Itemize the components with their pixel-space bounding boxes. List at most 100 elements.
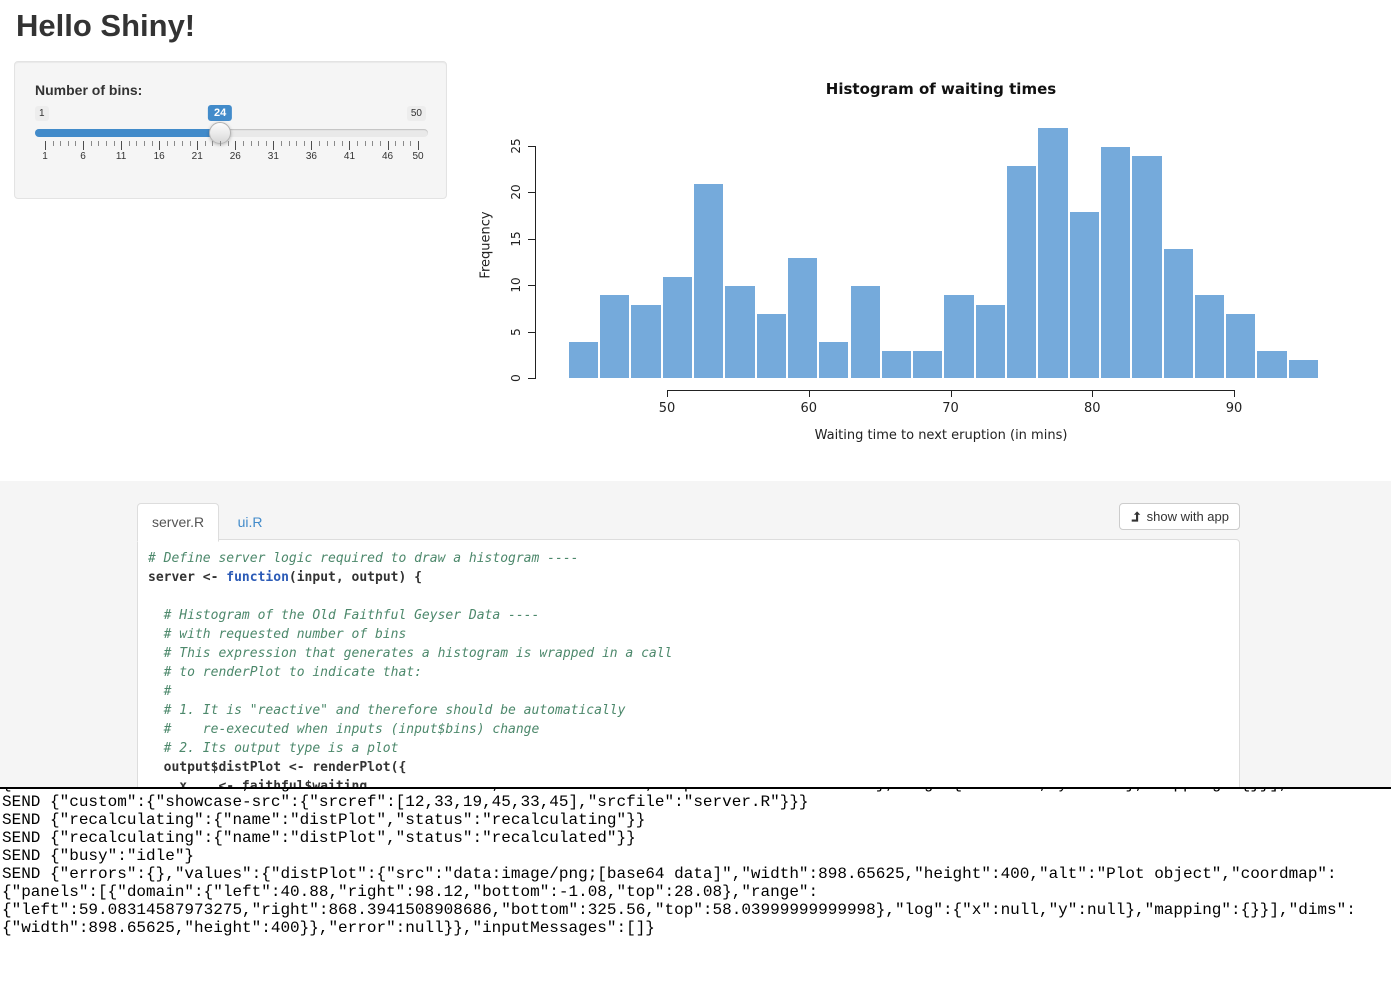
- tab-ui-r[interactable]: ui.R: [224, 504, 277, 541]
- app-section: Hello Shiny! Number of bins: 1 50 24 161…: [0, 0, 1391, 481]
- code-line: #: [148, 682, 1229, 701]
- slider-tick: [45, 141, 46, 150]
- histogram-bar: [881, 350, 912, 378]
- slider-tick-label: 50: [412, 151, 423, 162]
- histogram-bar: [630, 304, 661, 378]
- slider-tick: [83, 141, 84, 150]
- y-axis-tick: [528, 239, 536, 240]
- slider-tick-label: 21: [192, 151, 203, 162]
- show-with-app-label: show with app: [1147, 509, 1229, 524]
- slider-max-label: 50: [407, 106, 426, 121]
- histogram-plot: Histogram of waiting times Frequency Wai…: [470, 60, 1390, 460]
- histogram-bar: [599, 294, 630, 378]
- x-axis-tick-label: 70: [942, 401, 959, 416]
- x-axis-tick: [1234, 390, 1235, 397]
- slider-tick: [403, 141, 404, 146]
- slider-tick: [311, 141, 312, 150]
- slider-tick: [395, 141, 396, 146]
- histogram-bar: [818, 341, 849, 378]
- x-axis-tick: [667, 390, 668, 397]
- slider-tick-label: 6: [80, 151, 86, 162]
- slider-tick: [228, 141, 229, 146]
- code-line: output$distPlot <- renderPlot({: [148, 758, 1229, 777]
- x-axis-tick: [1092, 390, 1093, 397]
- code-text: output$distPlot <- renderPlot({: [148, 760, 406, 775]
- x-axis-tick-label: 60: [800, 401, 817, 416]
- code-comment: # Histogram of the Old Faithful Geyser D…: [148, 608, 539, 623]
- show-with-app-button[interactable]: show with app: [1119, 503, 1240, 530]
- slider-tick-label: 31: [268, 151, 279, 162]
- y-axis-tick-label: 25: [509, 138, 523, 153]
- slider-value-badge: 24: [208, 105, 232, 121]
- x-axis-tick-label: 50: [659, 401, 676, 416]
- y-axis-tick: [528, 285, 536, 286]
- slider-tick: [60, 141, 61, 146]
- code-line: [148, 587, 1229, 606]
- showcase-section: server.R ui.R show with app # Define ser…: [0, 481, 1391, 787]
- histogram-bar: [1006, 165, 1037, 378]
- slider-tick: [182, 141, 183, 146]
- histogram-bar: [662, 276, 693, 378]
- slider-tick-label: 46: [382, 151, 393, 162]
- console-line: SEND ​{"custom":​{"showcase-src":​{"srcr…: [2, 793, 1389, 811]
- slider-tick: [53, 141, 54, 146]
- code-comment: # Define server logic required to draw a…: [148, 551, 578, 566]
- code-line: # to renderPlot to indicate that:: [148, 663, 1229, 682]
- slider-tick: [129, 141, 130, 146]
- code-comment: # 1. It is "reactive" and therefore shou…: [148, 703, 625, 718]
- slider-tick-label: 16: [154, 151, 165, 162]
- code-panel: # Define server logic required to draw a…: [137, 539, 1240, 787]
- code-comment: # re-executed when inputs (input$bins) c…: [148, 722, 539, 737]
- slider-tick: [327, 141, 328, 146]
- code-line: # with requested number of bins: [148, 625, 1229, 644]
- slider-tick: [243, 141, 244, 146]
- slider-label: Number of bins:: [35, 82, 142, 98]
- slider-tick-label: 11: [116, 151, 126, 162]
- code-keyword: function: [226, 570, 289, 585]
- slider-tick: [273, 141, 274, 150]
- code-line: # This expression that generates a histo…: [148, 644, 1229, 663]
- x-axis-tick-label: 80: [1084, 401, 1101, 416]
- plot-y-axis-label: Frequency: [479, 211, 494, 278]
- console-line: SEND ​{"recalculating":​{"name":"distPlo…: [2, 811, 1389, 829]
- histogram-bar: [1256, 350, 1287, 378]
- slider-tick-label: 41: [344, 151, 355, 162]
- slider-tick: [319, 141, 320, 146]
- slider-tick: [68, 141, 69, 146]
- slider-tick: [357, 141, 358, 146]
- code-text: x <- faithful$waiting: [148, 779, 367, 787]
- code-line: server <- function(input, output) {: [148, 568, 1229, 587]
- code-tabs: server.R ui.R show with app: [137, 481, 1240, 540]
- histogram-bar: [1225, 313, 1256, 378]
- slider-tick: [174, 141, 175, 146]
- histogram-bar: [1069, 211, 1100, 378]
- slider-tick: [114, 141, 115, 146]
- code-comment: # 2. Its output type is a plot: [148, 741, 398, 756]
- slider-tick: [380, 141, 381, 146]
- console-log: ​{"left":59.08314587973275,"right":868.3…: [0, 787, 1391, 981]
- slider-tick: [106, 141, 107, 146]
- slider-tick: [159, 141, 160, 150]
- x-axis-tick: [951, 390, 952, 397]
- code-line: # Define server logic required to draw a…: [148, 549, 1229, 568]
- code-comment: # This expression that generates a histo…: [148, 646, 672, 661]
- y-axis-tick: [528, 146, 536, 147]
- sidebar-panel: Number of bins: 1 50 24 1611162126313641…: [14, 61, 447, 199]
- y-axis-tick: [528, 192, 536, 193]
- histogram-bar: [756, 313, 787, 378]
- slider-tick: [136, 141, 137, 146]
- histogram-bar: [975, 304, 1006, 378]
- slider-tick-label: 26: [230, 151, 241, 162]
- slider-tick: [372, 141, 373, 146]
- slider-tick: [220, 141, 221, 146]
- y-axis-tick-label: 20: [509, 185, 523, 200]
- slider-tick-label: 1: [42, 151, 48, 162]
- slider-tick: [144, 141, 145, 146]
- tab-server-r[interactable]: server.R: [137, 503, 219, 542]
- code-line: # 1. It is "reactive" and therefore shou…: [148, 701, 1229, 720]
- histogram-bar: [787, 257, 818, 378]
- slider-tick: [190, 141, 191, 146]
- histogram-bar: [693, 183, 724, 378]
- slider-tick: [418, 141, 419, 150]
- slider-tick: [167, 141, 168, 146]
